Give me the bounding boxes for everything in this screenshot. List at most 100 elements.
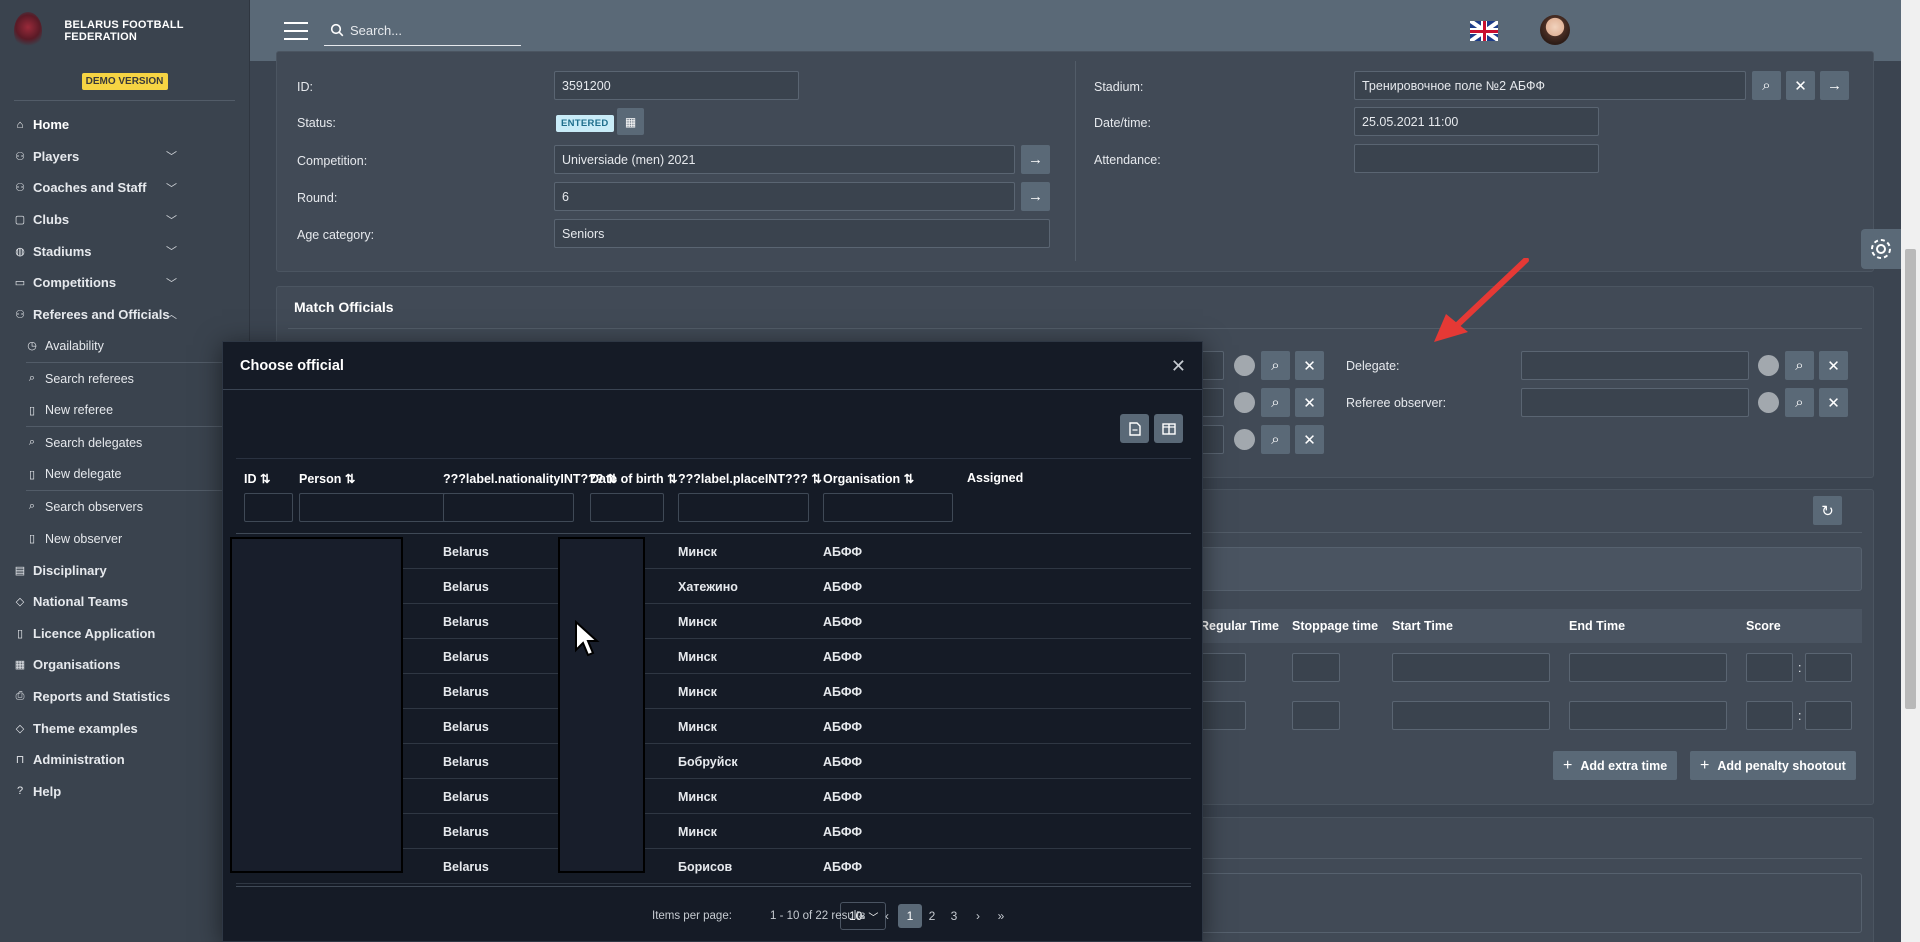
competition-open-button[interactable]: → [1021,145,1050,174]
sidebar-item-administration[interactable]: ⊓ Administration [0,744,249,776]
first-page-button[interactable]: « [850,904,874,928]
last-page-button[interactable]: » [989,904,1013,928]
stadium-open-button[interactable]: → [1820,71,1849,100]
stadium-clear-button[interactable]: ✕ [1786,71,1815,100]
cell-organisation: АБФФ [823,615,863,629]
stoppage-time-field[interactable] [1292,653,1340,682]
column-header-person[interactable]: Person ⇅ [299,471,355,486]
filter-person-input[interactable] [299,493,457,522]
sidebar-item-new-observer[interactable]: ▯ New observer [0,523,249,555]
scrollbar-thumb[interactable] [1905,249,1916,709]
sidebar-item-players[interactable]: ⚇ Players ﹀ [0,141,249,173]
competition-field[interactable]: Universiade (men) 2021 [554,145,1015,174]
sidebar-item-home[interactable]: ⌂ Home [0,109,249,141]
regular-time-field[interactable] [1196,653,1246,682]
filter-organisation-input[interactable] [823,493,953,522]
cell-place: Минск [678,545,717,559]
sidebar-item-disciplinary[interactable]: ▤ Disciplinary [0,554,249,586]
end-time-field[interactable] [1569,701,1727,730]
filter-place-input[interactable] [678,493,809,522]
federation-logo[interactable] [14,11,43,50]
stoppage-time-field[interactable] [1292,701,1340,730]
scrollbar[interactable] [1901,0,1920,942]
sidebar-item-competitions[interactable]: ▭ Competitions ﹀ [0,267,249,299]
score-home-field[interactable] [1746,653,1793,682]
sidebar-item-theme[interactable]: ◇ Theme examples [0,712,249,744]
observer-field[interactable] [1521,388,1749,417]
stadium-field[interactable]: Тренировочное поле №2 АБФФ [1354,71,1746,100]
official-1-clear-button[interactable]: ✕ [1295,351,1324,380]
age-category-field[interactable]: Seniors [554,219,1050,248]
page-3-button[interactable]: 3 [942,904,966,928]
reports-icon: ⎙ [15,689,25,702]
official-2-search-button[interactable]: ⌕ [1261,388,1290,417]
sidebar-item-national-teams[interactable]: ◇ National Teams [0,586,249,618]
score-away-field[interactable] [1805,653,1852,682]
calendar-button[interactable]: ▦ [617,108,644,135]
column-header-id[interactable]: ID ⇅ [244,471,270,486]
sidebar-item-stadiums[interactable]: ◍ Stadiums ﹀ [0,235,249,267]
sort-icon: ⇅ [259,472,271,486]
add-extra-time-button[interactable]: + Add extra time [1553,751,1678,780]
column-header-place[interactable]: ???label.placeINT??? ⇅ [678,471,822,486]
filter-id-input[interactable] [244,493,293,522]
avatar[interactable] [1540,15,1570,45]
score-home-field[interactable] [1746,701,1793,730]
round-field[interactable]: 6 [554,182,1015,211]
add-penalty-shootout-button[interactable]: + Add penalty shootout [1690,751,1856,780]
sidebar-item-new-delegate[interactable]: ▯ New delegate [0,459,249,491]
refresh-button[interactable]: ↻ [1813,496,1842,525]
columns-button[interactable] [1154,414,1183,443]
official-1-search-button[interactable]: ⌕ [1261,351,1290,380]
uk-flag-icon[interactable] [1470,21,1498,41]
attendance-field[interactable] [1354,144,1599,173]
gear-icon [1871,239,1891,259]
observer-search-button[interactable]: ⌕ [1785,388,1814,417]
score-away-field[interactable] [1805,701,1852,730]
filter-date-of-birth-input[interactable] [590,493,664,522]
round-open-button[interactable]: → [1021,182,1050,211]
datetime-field[interactable]: 25.05.2021 11:00 [1354,107,1599,136]
sidebar-item-search-delegates[interactable]: ⌕ Search delegates [0,427,249,459]
close-icon[interactable]: ✕ [1171,356,1186,377]
official-3-clear-button[interactable]: ✕ [1295,425,1324,454]
sidebar-item-reports[interactable]: ⎙ Reports and Statistics [0,681,249,713]
cell-place: Борисов [678,860,733,874]
sidebar-item-new-referee[interactable]: ▯ New referee [0,394,249,426]
stadium-search-button[interactable]: ⌕ [1752,71,1781,100]
end-time-field[interactable] [1569,653,1727,682]
sidebar-item-search-referees[interactable]: ⌕ Search referees [0,363,249,395]
sidebar-item-search-observers[interactable]: ⌕ Search observers [0,491,249,523]
official-2-clear-button[interactable]: ✕ [1295,388,1324,417]
previous-page-button[interactable]: ‹ [875,904,899,928]
score-header: Score [1746,619,1781,633]
start-time-field[interactable] [1392,653,1550,682]
page-1-button[interactable]: 1 [898,904,922,928]
sidebar-item-help[interactable]: ? Help [0,775,249,807]
start-time-field[interactable] [1392,701,1550,730]
search-placeholder: Search... [350,22,403,38]
page-2-button[interactable]: 2 [920,904,944,928]
column-header-date-of-birth[interactable]: Date of birth ⇅ [590,471,678,486]
delegate-clear-button[interactable]: ✕ [1819,351,1848,380]
sidebar-item-coaches[interactable]: ⚇ Coaches and Staff ﹀ [0,172,249,204]
observer-clear-button[interactable]: ✕ [1819,388,1848,417]
export-button[interactable] [1120,414,1149,443]
sort-icon: ⇅ [811,472,822,486]
sidebar-item-organisations[interactable]: ▦ Organisations [0,649,249,681]
sidebar-item-clubs[interactable]: ▢ Clubs ﹀ [0,204,249,236]
delegate-search-button[interactable]: ⌕ [1785,351,1814,380]
next-page-button[interactable]: › [966,904,990,928]
settings-button[interactable] [1861,229,1901,269]
sidebar-item-referees[interactable]: ⚇ Referees and Officials ︿ [0,299,249,331]
column-header-organisation[interactable]: Organisation ⇅ [823,471,914,486]
search-icon: ⌕ [1795,357,1804,374]
delegate-field[interactable] [1521,351,1749,380]
filter-nationality-input[interactable] [443,493,574,522]
hamburger-menu-icon[interactable] [284,21,308,40]
sidebar-item-licence[interactable]: ▯ Licence Application [0,618,249,650]
sidebar-item-availability[interactable]: ◷ Availability [0,330,249,362]
official-3-search-button[interactable]: ⌕ [1261,425,1290,454]
regular-time-field[interactable] [1196,701,1246,730]
search-input[interactable]: Search... [324,16,521,46]
